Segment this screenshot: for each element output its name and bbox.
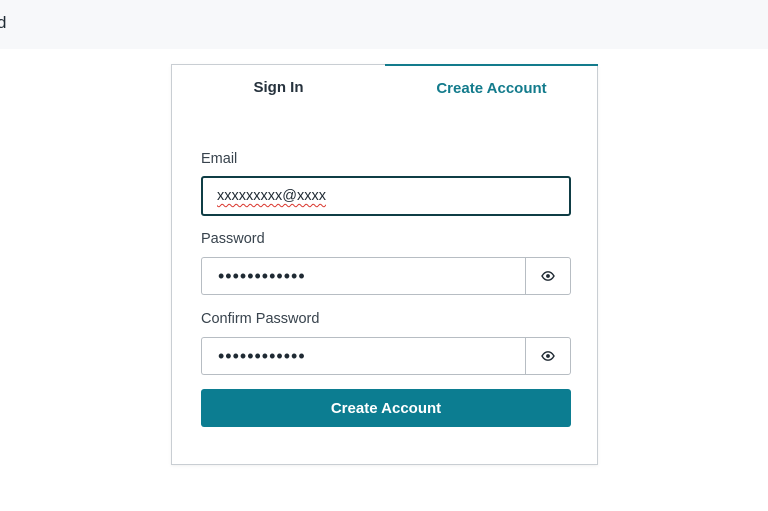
show-confirm-password-button[interactable] [525,337,571,375]
confirm-password-group: •••••••••••• [201,337,571,375]
tab-sign-in[interactable]: Sign In [172,64,385,110]
confirm-password-label: Confirm Password [201,311,320,327]
password-field[interactable]: •••••••••••• [201,257,525,295]
auth-tabs: Sign In Create Account [172,64,598,111]
eye-icon [541,271,555,281]
password-group: •••••••••••• [201,257,571,295]
email-value: xxxxxxxxx@xxxx [217,188,326,204]
show-password-button[interactable] [525,257,571,295]
eye-icon [541,351,555,361]
email-field[interactable]: xxxxxxxxx@xxxx [201,176,571,216]
email-label: Email [201,151,238,167]
create-account-button[interactable]: Create Account [201,389,571,427]
auth-card: Sign In Create Account Email xxxxxxxxx@x… [171,64,598,465]
top-bar: d [0,0,768,49]
tab-create-account[interactable]: Create Account [385,64,598,110]
top-bar-text: d [0,13,7,32]
password-label: Password [201,231,265,247]
confirm-password-field[interactable]: •••••••••••• [201,337,525,375]
